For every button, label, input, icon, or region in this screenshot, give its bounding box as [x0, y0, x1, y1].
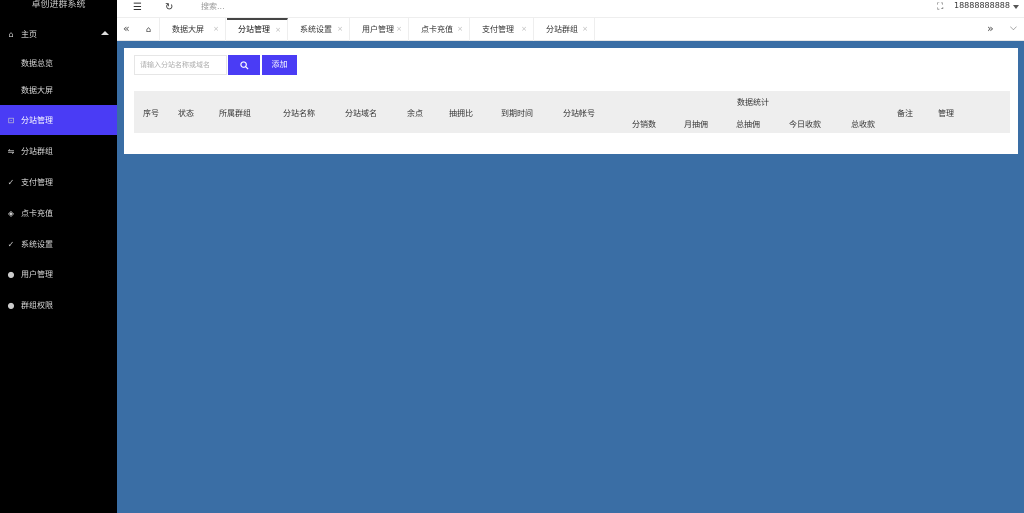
column-header: 今日收款 — [789, 120, 821, 129]
sidebar-item-label: 用户管理 — [21, 269, 53, 279]
sidebar-item-card-recharge[interactable]: ◈ 点卡充值 — [0, 198, 117, 228]
search-button[interactable] — [228, 55, 260, 75]
shield-icon: ◈ — [7, 208, 15, 218]
sidebar-item-branch-management[interactable]: ⊡ 分站管理 — [0, 105, 117, 135]
tab-home[interactable]: ⌂ — [138, 18, 160, 41]
column-header: 分站名称 — [283, 109, 315, 118]
branch-icon: ⊡ — [7, 115, 15, 125]
column-header: 余点 — [407, 109, 423, 118]
tab-users[interactable]: 用户管理 × — [351, 18, 409, 41]
check-circle-icon: ✓ — [7, 177, 15, 187]
tab-label: 分站群组 — [546, 25, 578, 34]
sidebar-item-label: 群组权限 — [21, 300, 53, 310]
tabs-bar: « ⌂ 数据大屏 × 分站管理 × 系统设置 × 用户管理 × 点卡充值 × 支… — [117, 18, 1024, 41]
sidebar-item-branch-groups[interactable]: ⇋ 分站群组 — [0, 136, 117, 166]
column-header: 月抽佣 — [684, 120, 708, 129]
close-icon[interactable]: × — [337, 18, 343, 41]
tab-label: 系统设置 — [300, 25, 332, 34]
column-header: 分站域名 — [345, 109, 377, 118]
close-icon[interactable]: × — [396, 18, 402, 41]
column-header: 管理 — [938, 109, 954, 118]
fullscreen-icon[interactable]: ⛶ — [937, 2, 943, 12]
content-panel: 请输入分站名称或域名 添加 序号 状态 所属群组 分站名称 分站域名 余点 抽拥… — [124, 48, 1018, 154]
chevron-down-icon[interactable]: ⌵ — [1010, 23, 1017, 33]
sidebar-item-label: 分站群组 — [21, 146, 53, 156]
add-button[interactable]: 添加 — [262, 55, 297, 75]
tab-label: 用户管理 — [362, 25, 394, 34]
menu-collapse-icon[interactable]: ☰ — [133, 2, 142, 13]
tab-branch-groups[interactable]: 分站群组 × — [535, 18, 595, 41]
home-icon: ⌂ — [8, 29, 14, 39]
sidebar-item-label: 数据总览 — [21, 58, 53, 68]
close-icon[interactable]: × — [213, 18, 219, 41]
tab-branch-management[interactable]: 分站管理 × — [227, 18, 288, 41]
sidebar-item-label: 支付管理 — [21, 177, 53, 187]
column-group-header: 数据统计 — [737, 98, 769, 107]
table-header: 序号 状态 所属群组 分站名称 分站域名 余点 抽拥比 到期时间 分站帐号 数据… — [134, 91, 1010, 133]
chevron-down-icon[interactable] — [1013, 5, 1019, 9]
check-circle-icon: ✓ — [7, 239, 15, 249]
search-icon — [239, 60, 249, 70]
refresh-icon[interactable]: ↻ — [165, 2, 173, 13]
tab-settings[interactable]: 系统设置 × — [289, 18, 350, 41]
sidebar-item-label: 数据大屏 — [21, 85, 53, 95]
users-icon: ● — [7, 300, 15, 310]
sidebar-item-data-overview[interactable]: 数据总览 — [0, 48, 117, 78]
tab-label: 分站管理 — [238, 25, 270, 34]
app-brand: 卓创进群系统 — [31, 0, 86, 10]
tab-card-recharge[interactable]: 点卡充值 × — [410, 18, 470, 41]
sidebar-item-group-permissions[interactable]: ● 群组权限 — [0, 290, 117, 320]
sidebar-item-label: 分站管理 — [21, 115, 53, 125]
tab-label: 点卡充值 — [421, 25, 453, 34]
user-icon: ● — [7, 269, 15, 279]
column-header: 总收款 — [851, 120, 875, 129]
column-header: 备注 — [897, 109, 913, 118]
close-icon[interactable]: × — [521, 18, 527, 41]
sidebar-item-users[interactable]: ● 用户管理 — [0, 259, 117, 289]
column-header: 序号 — [143, 109, 159, 118]
tabs-scroll-right-icon[interactable]: » — [987, 22, 994, 35]
sidebar-item-label: 点卡充值 — [21, 208, 53, 218]
sidebar-item-payment[interactable]: ✓ 支付管理 — [0, 167, 117, 197]
sidebar-item-settings[interactable]: ✓ 系统设置 — [0, 229, 117, 259]
close-icon[interactable]: × — [457, 18, 463, 41]
close-icon[interactable]: × — [275, 20, 281, 40]
branch-search-input[interactable]: 请输入分站名称或域名 — [134, 55, 227, 75]
close-icon[interactable]: × — [582, 18, 588, 41]
sidebar: 卓创进群系统 ⌂ 主页 数据总览 数据大屏 ⊡ 分站管理 ⇋ 分站群组 ✓ 支付… — [0, 0, 117, 513]
column-header: 分站帐号 — [563, 109, 595, 118]
column-header: 状态 — [178, 109, 194, 118]
sidebar-item-label: 系统设置 — [21, 239, 53, 249]
tab-label: 支付管理 — [482, 25, 514, 34]
column-header: 抽拥比 — [449, 109, 473, 118]
home-icon: ⌂ — [145, 25, 152, 34]
column-header: 总抽佣 — [736, 120, 760, 129]
column-header: 到期时间 — [501, 109, 533, 118]
tab-data-screen[interactable]: 数据大屏 × — [161, 18, 226, 41]
tab-payment[interactable]: 支付管理 × — [471, 18, 534, 41]
global-search-input[interactable]: 搜索... — [201, 1, 225, 12]
sidebar-item-home[interactable]: ⌂ 主页 — [0, 19, 117, 49]
chevron-up-icon — [101, 31, 109, 35]
sidebar-item-data-screen[interactable]: 数据大屏 — [0, 75, 117, 105]
tab-label: 数据大屏 — [172, 25, 204, 34]
column-header: 所属群组 — [219, 109, 251, 118]
tabs-scroll-left-icon[interactable]: « — [123, 22, 130, 35]
user-account[interactable]: 18888888888 — [954, 1, 1010, 10]
sidebar-item-label: 主页 — [21, 29, 37, 39]
column-header: 分销数 — [632, 120, 656, 129]
top-bar: ☰ ↻ 搜索... ⛶ 18888888888 — [117, 0, 1024, 18]
group-arrows-icon: ⇋ — [7, 146, 15, 156]
